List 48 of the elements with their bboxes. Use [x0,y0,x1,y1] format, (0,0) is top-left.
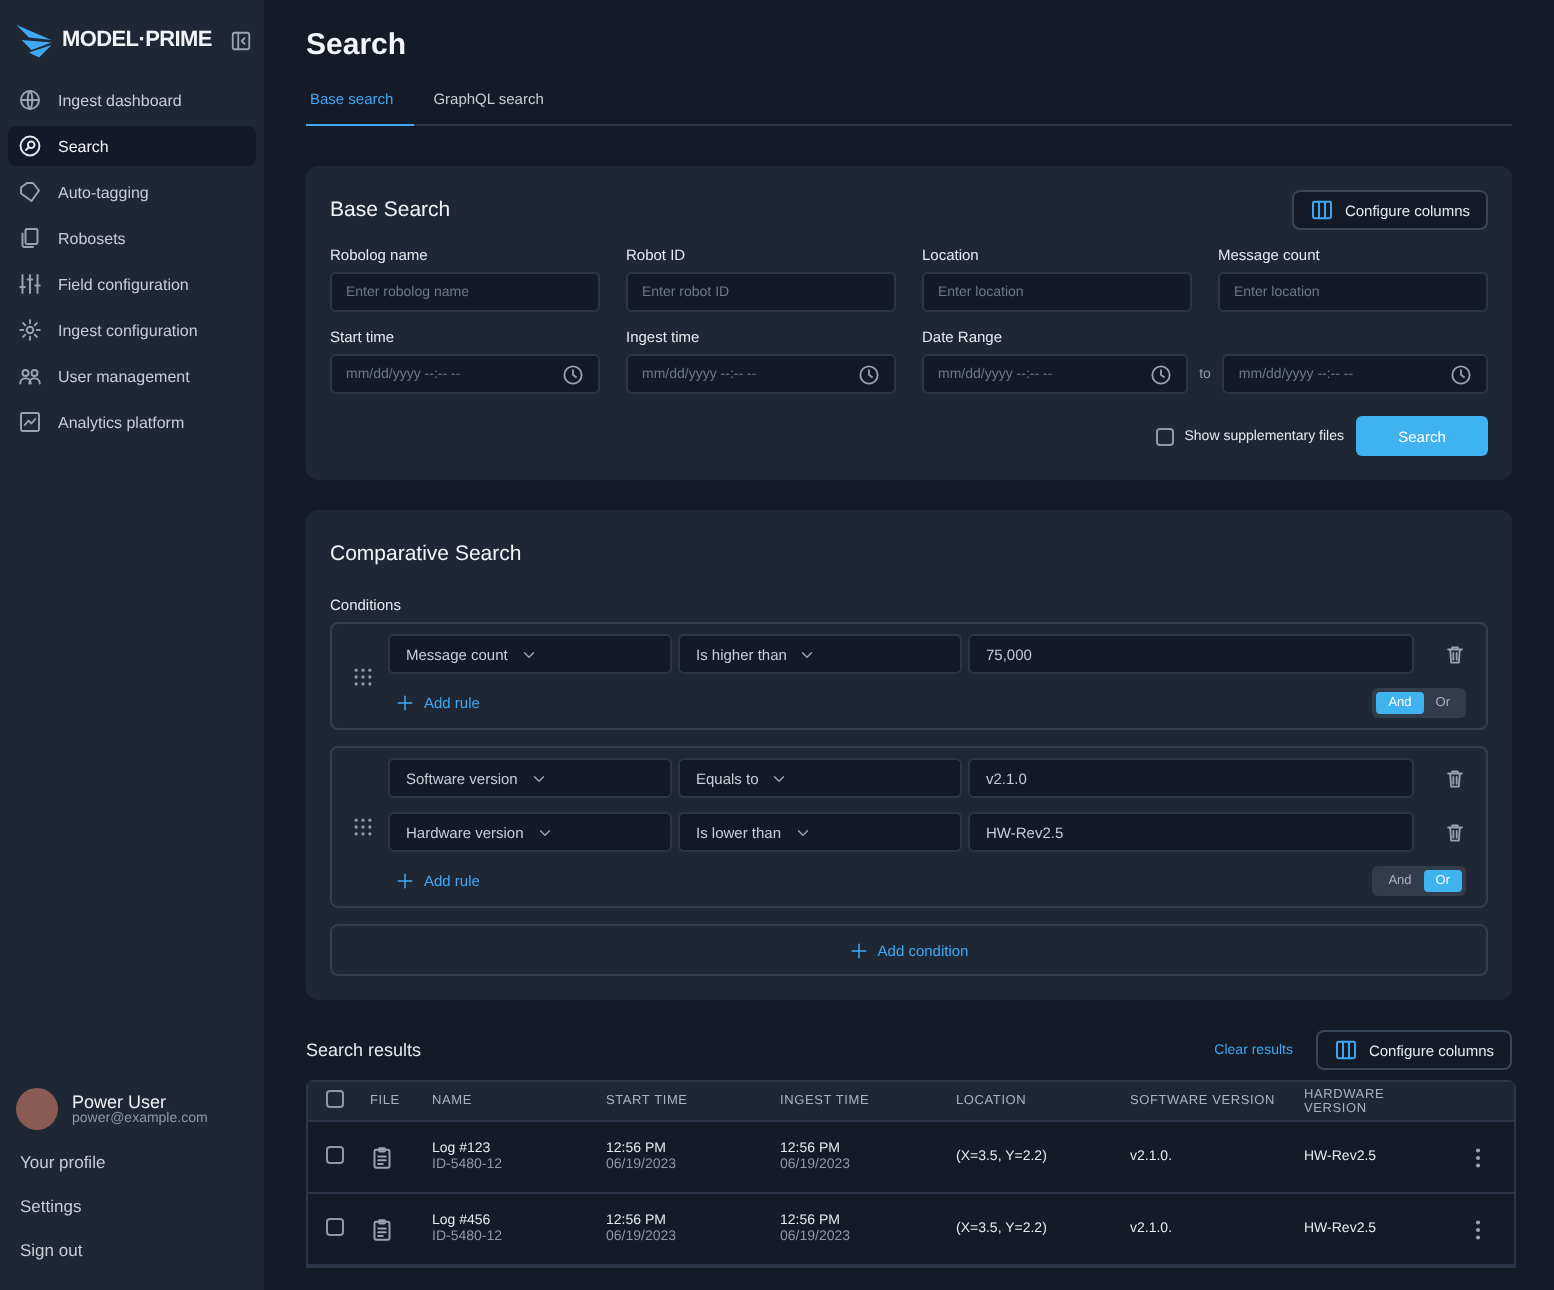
drag-handle-icon[interactable] [352,816,374,838]
tag-icon [18,180,42,204]
sidebar-link[interactable]: Sign out [8,1230,256,1274]
globe-icon [18,88,42,112]
nav-item[interactable]: Field configuration [8,264,256,304]
documents-icon [18,226,42,250]
results-title: Search results [306,1040,422,1060]
checkbox[interactable] [1156,427,1175,445]
section-title: Comparative Search [330,542,524,566]
nav-item[interactable]: Ingest dashboard [8,80,256,120]
brand-name: MODEL·PRIME [62,28,214,52]
user-name: Power User [72,1092,167,1112]
chart-icon [18,410,42,434]
trash-icon [1444,767,1466,789]
users-icon [18,364,42,388]
select-all-checkbox[interactable] [326,1090,344,1108]
row-checkbox[interactable] [326,1146,344,1164]
sidebar-link[interactable]: Your profile [8,1142,256,1186]
wing-logo-icon [12,20,56,60]
nav-item[interactable]: Search [8,126,256,166]
page-title: Search [306,28,409,62]
columns-icon [1334,1038,1359,1062]
clock-icon [858,363,880,385]
clock-icon [562,363,584,385]
clipboard-icon [370,1145,394,1169]
columns-icon [1310,198,1335,222]
collapse-sidebar-icon[interactable] [230,29,252,51]
sliders-icon [18,272,42,296]
trash-icon [1444,643,1466,665]
avatar [16,1088,58,1130]
nav-item[interactable]: User management [8,356,256,396]
sidebar-link[interactable]: Settings [8,1186,256,1230]
row-checkbox[interactable] [326,1218,344,1236]
clock-icon [1149,363,1172,385]
clock-icon [1450,363,1472,385]
drag-handle-icon[interactable] [352,665,374,687]
trash-icon [1444,821,1466,843]
section-title: Base Search [330,198,451,222]
clipboard-icon [370,1217,394,1241]
plus-icon [396,694,414,712]
plus-icon [849,941,868,959]
nav-item[interactable]: Analytics platform [8,402,256,442]
nav-item[interactable]: Auto-tagging [8,172,256,212]
gear-icon [18,318,42,342]
nav-item[interactable]: Ingest configuration [8,310,256,350]
search-icon [18,134,42,158]
plus-icon [396,872,414,890]
nav-item[interactable]: Robosets [8,218,256,258]
